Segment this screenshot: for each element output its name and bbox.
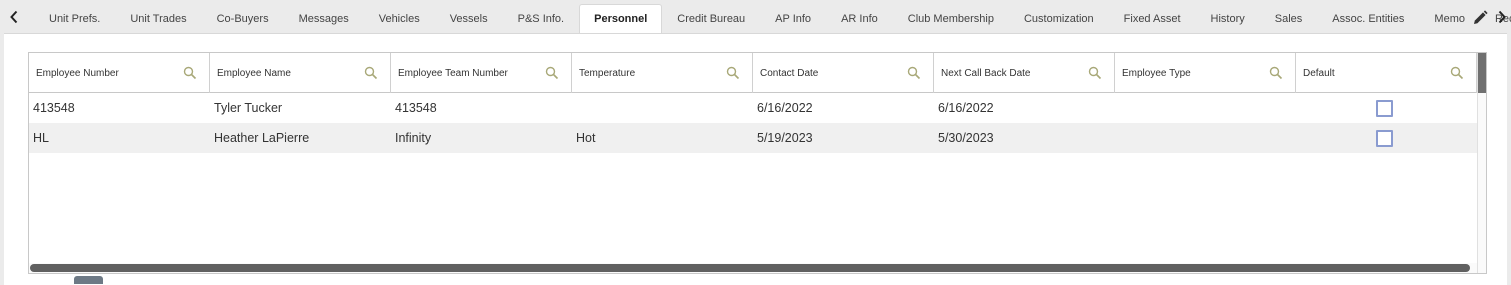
column-header-label: Default [1303, 67, 1335, 79]
vertical-scrollbar[interactable] [1477, 53, 1486, 273]
tab-history[interactable]: History [1196, 4, 1260, 33]
search-icon[interactable] [183, 66, 197, 80]
horizontal-scrollbar[interactable] [29, 263, 1477, 273]
vertical-scrollbar-thumb[interactable] [1478, 53, 1486, 93]
tab-unit-trades[interactable]: Unit Trades [115, 4, 201, 33]
tabs-scroll-right-button[interactable] [1494, 8, 1510, 26]
tab-assoc-entities[interactable]: Assoc. Entities [1317, 4, 1419, 33]
column-header-label: Next Call Back Date [941, 67, 1031, 79]
cell-temperature: Hot [576, 131, 596, 145]
tab-customization[interactable]: Customization [1009, 4, 1109, 33]
tab-sales[interactable]: Sales [1260, 4, 1318, 33]
column-header-label: Employee Team Number [398, 67, 508, 79]
tab-vessels[interactable]: Vessels [435, 4, 503, 33]
column-header-employee-type[interactable]: Employee Type [1115, 53, 1296, 93]
search-icon[interactable] [726, 66, 740, 80]
pager-button[interactable] [74, 276, 103, 284]
personnel-panel: Employee Number Employee Name Employee T… [4, 33, 1507, 285]
tabs-scroll-left-button[interactable] [6, 8, 22, 26]
edit-tabs-button[interactable] [1471, 9, 1489, 27]
column-header-employee-team-number[interactable]: Employee Team Number [391, 53, 572, 93]
tab-ps-info[interactable]: P&S Info. [503, 4, 579, 33]
grid-body: 413548 Tyler Tucker 413548 6/16/2022 6/1… [29, 93, 1477, 153]
column-header-default[interactable]: Default [1296, 53, 1477, 93]
cell-default [1296, 129, 1477, 147]
tab-club-membership[interactable]: Club Membership [893, 4, 1009, 33]
tab-list: Unit Prefs. Unit Trades Co-Buyers Messag… [34, 4, 1511, 33]
column-header-employee-number[interactable]: Employee Number [29, 53, 210, 93]
column-header-employee-name[interactable]: Employee Name [210, 53, 391, 93]
cell-contact-date: 5/19/2023 [757, 131, 813, 145]
cell-employee-team-number: Infinity [395, 131, 432, 145]
column-header-label: Employee Name [217, 67, 291, 79]
cell-contact-date: 6/16/2022 [757, 101, 813, 115]
cell-employee-number: 413548 [33, 101, 75, 115]
tab-ar-info[interactable]: AR Info [826, 4, 893, 33]
column-header-next-call-back-date[interactable]: Next Call Back Date [934, 53, 1115, 93]
cell-next-call-back-date: 6/16/2022 [938, 101, 994, 115]
cell-next-call-back-date: 5/30/2023 [938, 131, 994, 145]
tab-personnel[interactable]: Personnel [579, 4, 663, 33]
personnel-grid: Employee Number Employee Name Employee T… [28, 52, 1487, 274]
cell-employee-team-number: 413548 [395, 101, 437, 115]
cell-default [1296, 99, 1477, 117]
tab-messages[interactable]: Messages [284, 4, 364, 33]
grid-header: Employee Number Employee Name Employee T… [29, 53, 1477, 93]
default-checkbox[interactable] [1376, 129, 1393, 147]
tab-unit-prefs[interactable]: Unit Prefs. [34, 4, 115, 33]
column-header-temperature[interactable]: Temperature [572, 53, 753, 93]
horizontal-scrollbar-thumb[interactable] [30, 264, 1470, 272]
search-icon[interactable] [1088, 66, 1102, 80]
column-header-contact-date[interactable]: Contact Date [753, 53, 934, 93]
column-header-label: Employee Type [1122, 67, 1191, 79]
search-icon[interactable] [1269, 66, 1283, 80]
table-row[interactable]: 413548 Tyler Tucker 413548 6/16/2022 6/1… [29, 93, 1477, 123]
cell-employee-number: HL [33, 131, 49, 145]
chevron-right-icon [1498, 10, 1506, 24]
pencil-icon [1474, 10, 1488, 24]
tab-co-buyers[interactable]: Co-Buyers [202, 4, 284, 33]
column-header-label: Employee Number [36, 67, 119, 79]
cell-employee-name: Heather LaPierre [214, 131, 310, 145]
chevron-left-icon [10, 10, 18, 24]
search-icon[interactable] [907, 66, 921, 80]
column-header-label: Temperature [579, 67, 636, 79]
table-row[interactable]: HL Heather LaPierre Infinity Hot 5/19/20… [29, 123, 1477, 153]
tab-vehicles[interactable]: Vehicles [364, 4, 435, 33]
tab-credit-bureau[interactable]: Credit Bureau [662, 4, 760, 33]
column-header-label: Contact Date [760, 67, 819, 79]
cell-employee-name: Tyler Tucker [214, 101, 283, 115]
default-checkbox[interactable] [1376, 99, 1393, 117]
search-icon[interactable] [364, 66, 378, 80]
tab-fixed-asset[interactable]: Fixed Asset [1109, 4, 1196, 33]
search-icon[interactable] [545, 66, 559, 80]
tab-bar: Unit Prefs. Unit Trades Co-Buyers Messag… [0, 0, 1511, 33]
search-icon[interactable] [1450, 66, 1464, 80]
tab-ap-info[interactable]: AP Info [760, 4, 826, 33]
